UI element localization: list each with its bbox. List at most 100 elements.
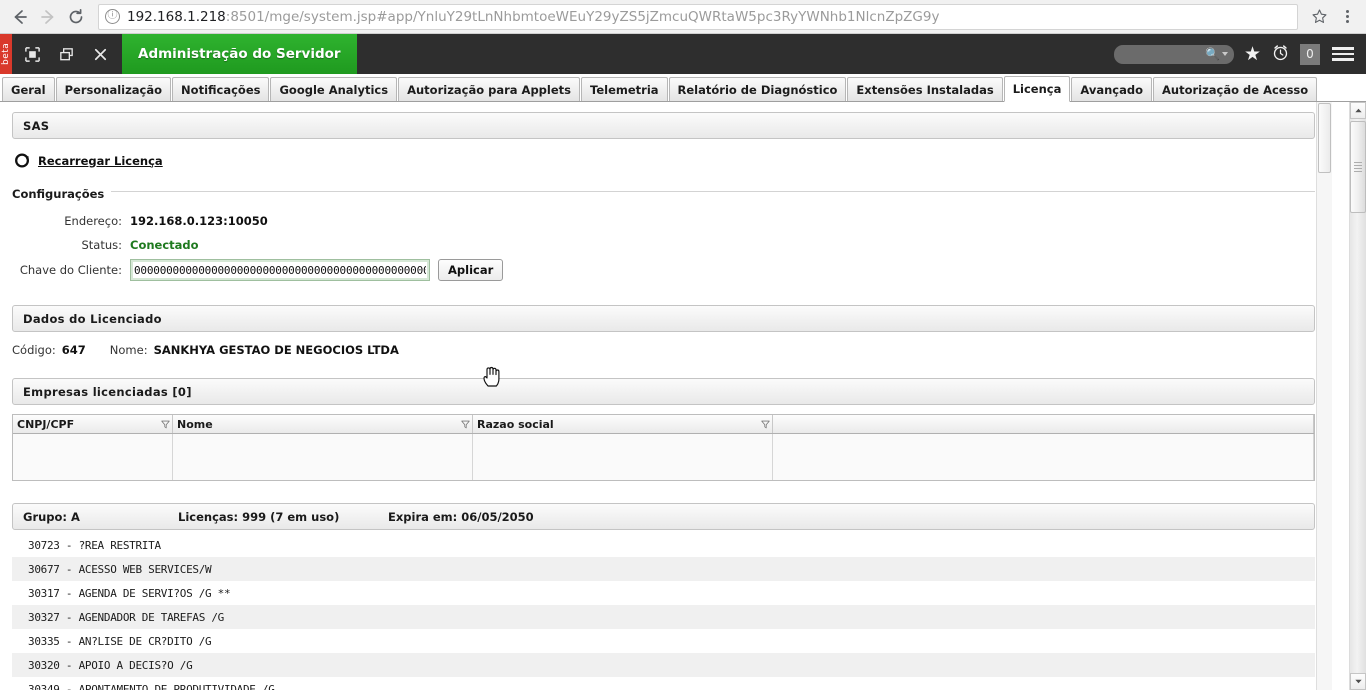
- column-header-blank[interactable]: [773, 415, 1314, 433]
- url-text: 192.168.1.218:8501/mge/system.jsp#app/Yn…: [127, 9, 939, 25]
- module-list-item[interactable]: 30723 - ?REA RESTRITA: [12, 533, 1315, 557]
- column-header-label: Nome: [177, 417, 213, 431]
- toolbar-right-controls: 🔍 ★ 0: [1113, 34, 1366, 74]
- filter-funnel-icon[interactable]: [158, 420, 172, 429]
- client-key-row: Chave do Cliente: Aplicar: [12, 259, 1315, 281]
- companies-grid-body: [13, 434, 1314, 480]
- column-header-label: Razao social: [477, 417, 554, 431]
- column-header-nome[interactable]: Nome: [173, 415, 473, 433]
- address-bar[interactable]: ⓘ 192.168.1.218:8501/mge/system.jsp#app/…: [98, 3, 1298, 30]
- tab-avançado[interactable]: Avançado: [1071, 77, 1152, 101]
- column-header-razao-social[interactable]: Razao social: [473, 415, 773, 433]
- client-key-label: Chave do Cliente:: [19, 263, 122, 277]
- tab-relatório-de-diagnóstico[interactable]: Relatório de Diagnóstico: [668, 77, 847, 101]
- group-label: Grupo: A: [23, 509, 80, 524]
- inner-vertical-scrollbar[interactable]: [1316, 102, 1332, 690]
- license-tab-panel: SAS Recarregar Licença Configurações End…: [0, 102, 1349, 690]
- url-host: 192.168.1.218: [127, 8, 226, 25]
- favorites-button[interactable]: ★: [1244, 44, 1261, 64]
- reload-license-link[interactable]: Recarregar Licença: [38, 154, 163, 168]
- apply-button[interactable]: Aplicar: [438, 259, 504, 281]
- settings-tabstrip: Geral Personalização Notificações Google An…: [0, 74, 1366, 102]
- address-label: Endereço:: [64, 214, 122, 228]
- restore-window-icon: [24, 46, 40, 62]
- tab-autorização-para-applets[interactable]: Autorização para Applets: [398, 77, 581, 101]
- tab-google-analytics[interactable]: Google Analytics: [270, 77, 398, 101]
- arrow-left-icon: [14, 9, 27, 24]
- licensee-code-value: 647: [61, 343, 86, 357]
- chevron-down-icon: [1354, 679, 1362, 684]
- settings-fieldset: Configurações Endereço: 192.168.0.123:10…: [12, 183, 1315, 281]
- status-badge: Conectado: [130, 238, 199, 252]
- module-list-item[interactable]: 30327 - AGENDADOR DE TAREFAS /G: [12, 605, 1315, 629]
- page-vertical-scrollbar[interactable]: [1349, 102, 1366, 690]
- licensee-name-value: SANKHYA GESTAO DE NEGOCIOS LTDA: [153, 343, 399, 357]
- tab-telemetria[interactable]: Telemetria: [581, 77, 668, 101]
- expiration-label: Expira em: 06/05/2050: [388, 509, 534, 524]
- search-input[interactable]: 🔍: [1113, 44, 1234, 64]
- licensee-info-row: Código: 647 Nome: SANKHYA GESTAO DE NEGO…: [12, 343, 1349, 357]
- back-button[interactable]: [6, 3, 34, 31]
- scrollbar-thumb[interactable]: [1350, 121, 1366, 213]
- tab-autorização-de-acesso[interactable]: Autorização de Acesso: [1153, 77, 1318, 101]
- grid-empty-cell: [473, 434, 773, 480]
- cascade-windows-button[interactable]: [56, 44, 76, 64]
- search-icon: 🔍: [1205, 47, 1220, 61]
- scroll-down-button[interactable]: [1350, 673, 1366, 690]
- module-list-item[interactable]: 30677 - ACESSO WEB SERVICES/W: [12, 557, 1315, 581]
- licensee-panel-header: Dados do Licenciado: [12, 305, 1315, 332]
- reload-button[interactable]: [62, 3, 90, 31]
- bookmark-button[interactable]: [1304, 3, 1334, 31]
- alarm-clock-button[interactable]: [1271, 43, 1290, 66]
- grid-empty-cell: [173, 434, 473, 480]
- status-label: Status:: [81, 238, 122, 252]
- forward-button[interactable]: [34, 3, 62, 31]
- reload-license-icon: [15, 153, 30, 168]
- address-row: Endereço: 192.168.0.123:10050: [12, 211, 1315, 231]
- client-key-input[interactable]: [130, 259, 430, 281]
- licenses-label: Licenças: 999 (7 em uso): [178, 509, 340, 524]
- module-list-item[interactable]: 30317 - AGENDA DE SERVI?OS /G **: [12, 581, 1315, 605]
- chevron-down-icon: [1221, 52, 1228, 56]
- companies-grid-header: CNPJ/CPF Nome Razao social: [13, 415, 1314, 434]
- licensee-code-label: Código:: [12, 343, 56, 357]
- sas-panel-header: SAS: [12, 112, 1315, 139]
- hamburger-menu-icon: [1332, 47, 1354, 50]
- scrollbar-track[interactable]: [1350, 119, 1366, 673]
- address-value: 192.168.0.123:10050: [130, 214, 268, 228]
- browser-menu-button[interactable]: [1334, 3, 1360, 31]
- tab-geral[interactable]: Geral: [2, 77, 55, 101]
- column-header-cnpj-cpf[interactable]: CNPJ/CPF: [13, 415, 173, 433]
- licensee-name-label: Nome:: [109, 343, 148, 357]
- tab-personalização[interactable]: Personalização: [55, 77, 172, 101]
- fieldset-rule: [12, 191, 1315, 192]
- tab-notificações[interactable]: Notificações: [172, 77, 270, 101]
- grid-empty-cell: [773, 434, 1314, 480]
- app-title-tab[interactable]: Administração do Servidor: [122, 34, 357, 74]
- url-path: :8501/mge/system.jsp#app/YnluY29tLnNhbmt…: [225, 8, 940, 25]
- tab-licença[interactable]: Licença: [1003, 76, 1071, 102]
- reload-icon: [69, 8, 83, 23]
- module-list-item[interactable]: 30349 - APONTAMENTO DE PRODUTIVIDADE /G: [12, 677, 1315, 691]
- module-list: 30723 - ?REA RESTRITA 30677 - ACESSO WEB …: [12, 533, 1315, 690]
- filter-funnel-icon[interactable]: [458, 420, 472, 429]
- module-list-item[interactable]: 30320 - APOIO A DECIS?O /G: [12, 653, 1315, 677]
- cascade-windows-icon: [59, 47, 73, 60]
- scroll-up-button[interactable]: [1350, 102, 1366, 119]
- column-header-label: CNPJ/CPF: [17, 417, 75, 431]
- app-toolbar: beta Administração do Servidor 🔍 ★ 0: [0, 34, 1366, 74]
- notification-badge[interactable]: 0: [1300, 43, 1320, 65]
- grid-empty-cell: [13, 434, 173, 480]
- reload-license-row: Recarregar Licença: [14, 152, 1349, 169]
- restore-window-button[interactable]: [22, 44, 42, 64]
- site-info-icon[interactable]: ⓘ: [105, 9, 120, 24]
- tab-extensões-instaladas[interactable]: Extensões Instaladas: [847, 77, 1003, 101]
- app-menu-button[interactable]: [1330, 44, 1356, 64]
- close-button[interactable]: [90, 44, 110, 64]
- content-area: SAS Recarregar Licença Configurações End…: [0, 102, 1366, 690]
- filter-funnel-icon[interactable]: [758, 420, 772, 429]
- window-controls: [12, 34, 110, 74]
- inner-scrollbar-thumb[interactable]: [1318, 103, 1331, 173]
- module-list-item[interactable]: 30335 - AN?LISE DE CR?DITO /G: [12, 629, 1315, 653]
